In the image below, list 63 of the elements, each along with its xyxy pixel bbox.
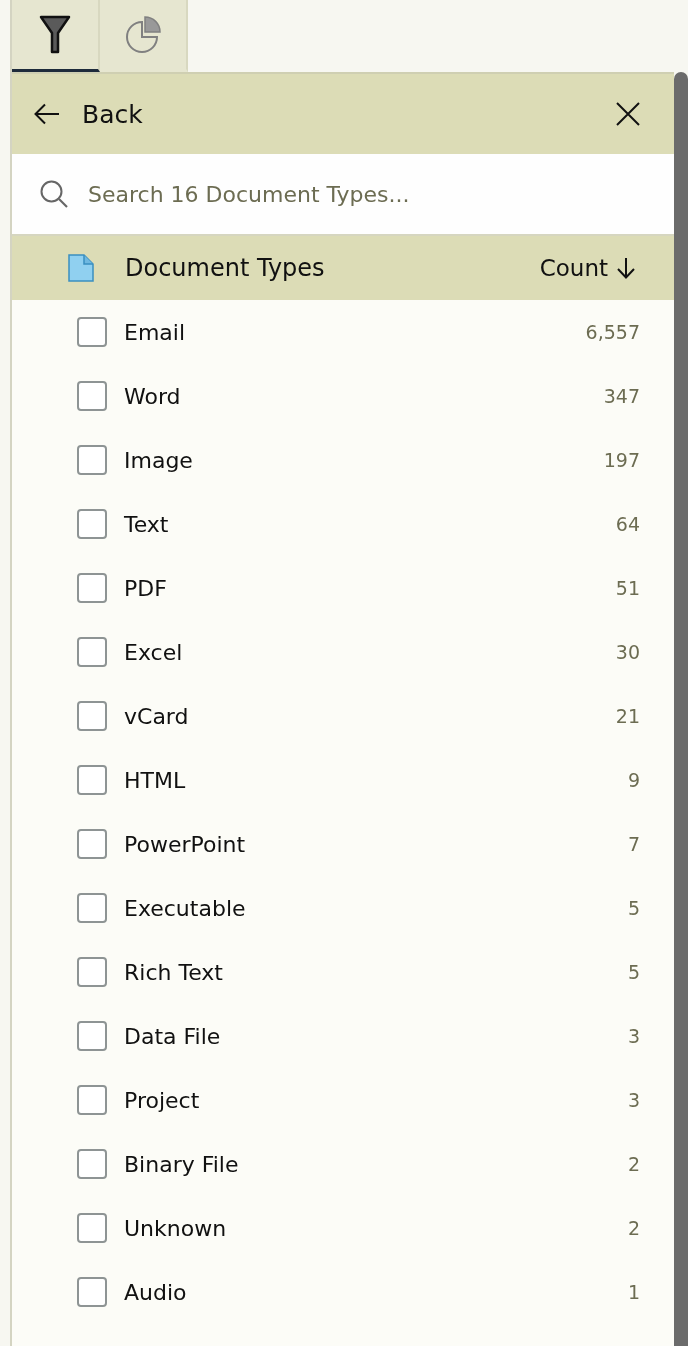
item-label: Audio — [124, 1279, 187, 1305]
item-count: 347 — [603, 385, 640, 407]
checkbox[interactable] — [77, 701, 107, 731]
checkbox[interactable] — [77, 829, 107, 859]
item-label: Executable — [124, 895, 246, 921]
item-count: 6,557 — [585, 321, 640, 343]
item-label: Data File — [124, 1023, 221, 1049]
item-count: 2 — [627, 1217, 640, 1239]
checkbox[interactable] — [77, 509, 107, 539]
scrollbar-thumb[interactable] — [674, 72, 688, 1346]
item-label: Word — [124, 383, 181, 409]
checkbox[interactable] — [77, 1149, 107, 1179]
checkbox[interactable] — [77, 1021, 107, 1051]
search-field[interactable]: Search 16 Document Types... — [12, 154, 674, 236]
arrow-down-icon — [616, 257, 636, 279]
item-label: Project — [124, 1087, 200, 1113]
item-label: PowerPoint — [124, 831, 246, 857]
item-count: 51 — [615, 577, 640, 599]
filter-icon — [39, 14, 71, 55]
close-icon — [616, 102, 640, 126]
search-icon — [40, 180, 68, 208]
sort-button[interactable]: Count — [539, 255, 636, 281]
item-label: Unknown — [124, 1215, 227, 1241]
close-button[interactable] — [616, 102, 640, 126]
checkbox[interactable] — [77, 381, 107, 411]
item-label: vCard — [124, 703, 189, 729]
item-label: Image — [124, 447, 193, 473]
item-count: 2 — [627, 1153, 640, 1175]
item-label: Text — [124, 511, 169, 537]
checkbox[interactable] — [77, 637, 107, 667]
item-count: 30 — [615, 641, 640, 663]
item-count: 7 — [627, 833, 640, 855]
item-count: 9 — [627, 769, 640, 791]
item-count: 5 — [627, 897, 640, 919]
tab[interactable] — [12, 0, 100, 72]
arrow-left-icon — [34, 103, 60, 125]
checkbox[interactable] — [77, 765, 107, 795]
search-input[interactable]: Search 16 Document Types... — [88, 181, 646, 207]
item-count: 3 — [627, 1025, 640, 1047]
checkbox[interactable] — [77, 1213, 107, 1243]
item-count: 64 — [615, 513, 640, 535]
checkbox[interactable] — [77, 1085, 107, 1115]
checkbox[interactable] — [77, 893, 107, 923]
item-label: HTML — [124, 767, 186, 793]
item-label: PDF — [124, 575, 167, 601]
checkbox[interactable] — [77, 573, 107, 603]
item-count: 197 — [603, 449, 640, 471]
back-button[interactable]: Back — [34, 99, 143, 129]
checkbox[interactable] — [77, 957, 107, 987]
item-count: 3 — [627, 1089, 640, 1111]
checkbox[interactable] — [77, 317, 107, 347]
checkbox[interactable] — [77, 445, 107, 475]
item-count: 1 — [627, 1281, 640, 1303]
pie-chart-icon — [125, 15, 161, 54]
item-label: Binary File — [124, 1151, 239, 1177]
item-count: 5 — [627, 961, 640, 983]
item-label: Email — [124, 319, 186, 345]
document-icon — [68, 254, 94, 282]
item-label: Excel — [124, 639, 183, 665]
item-count: 21 — [615, 705, 640, 727]
item-label: Rich Text — [124, 959, 223, 985]
checkbox[interactable] — [77, 1277, 107, 1307]
column-header: Document Types — [125, 254, 325, 282]
